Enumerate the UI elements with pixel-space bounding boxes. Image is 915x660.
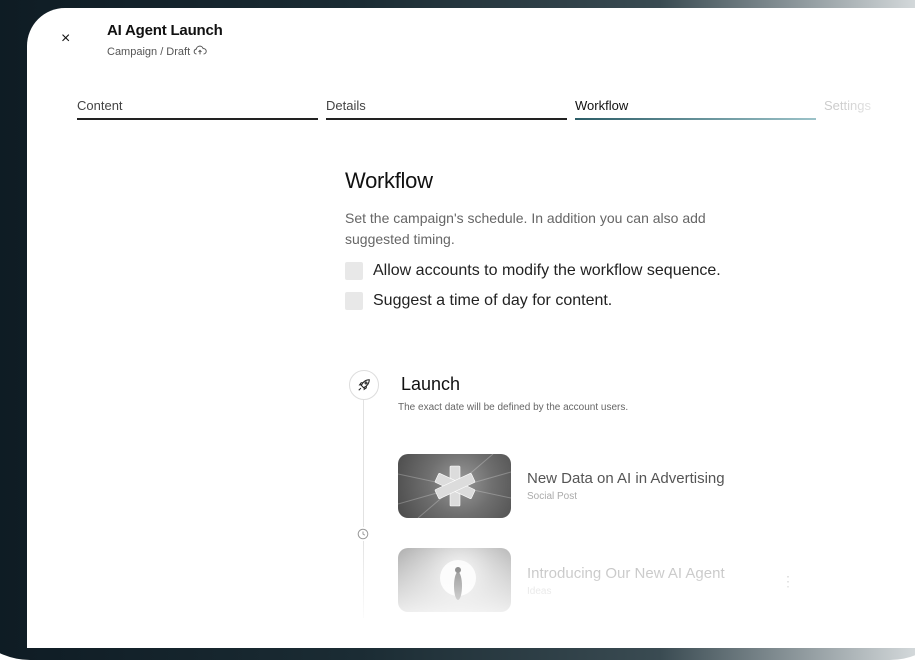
close-icon[interactable]: × — [61, 31, 77, 47]
option-suggest-time[interactable]: Suggest a time of day for content. — [345, 292, 805, 310]
content-title[interactable]: New Data on AI in Advertising — [527, 470, 725, 487]
timeline-line — [363, 388, 364, 618]
stage-subtitle: The exact date will be defined by the ac… — [398, 402, 629, 413]
tab-content[interactable]: Content — [77, 98, 318, 120]
tab-details[interactable]: Details — [326, 98, 567, 120]
content-title[interactable]: Introducing Our New AI Agent — [527, 565, 725, 582]
content-type: Social Post — [527, 491, 578, 502]
step-tabs: Content Details Workflow Settings — [77, 98, 915, 128]
breadcrumb-text: Campaign / Draft — [107, 45, 191, 58]
checkbox[interactable] — [345, 292, 363, 310]
content-thumbnail[interactable] — [398, 548, 511, 612]
option-label: Suggest a time of day for content. — [373, 292, 613, 309]
workflow-section: Workflow Set the campaign's schedule. In… — [345, 168, 805, 310]
stage-title: Launch — [401, 374, 461, 394]
cloud-upload-icon — [193, 44, 207, 59]
option-label: Allow accounts to modify the workflow se… — [373, 262, 721, 279]
section-description: Set the campaign's schedule. In addition… — [345, 210, 706, 247]
clock-icon — [356, 527, 370, 541]
checkbox[interactable] — [345, 262, 363, 280]
option-modify-workflow[interactable]: Allow accounts to modify the workflow se… — [345, 262, 805, 280]
breadcrumb: Campaign / Draft — [107, 44, 207, 59]
content-thumbnail[interactable] — [398, 454, 511, 518]
app-window: × AI Agent Launch Campaign / Draft Conte… — [27, 8, 915, 648]
page-title: AI Agent Launch — [107, 22, 223, 39]
more-icon[interactable]: ⋮ — [781, 573, 795, 590]
tab-settings[interactable]: Settings — [824, 98, 915, 120]
rocket-icon — [349, 370, 379, 400]
tab-workflow[interactable]: Workflow — [575, 98, 816, 120]
section-heading: Workflow — [345, 168, 433, 193]
content-type: Ideas — [527, 586, 552, 597]
